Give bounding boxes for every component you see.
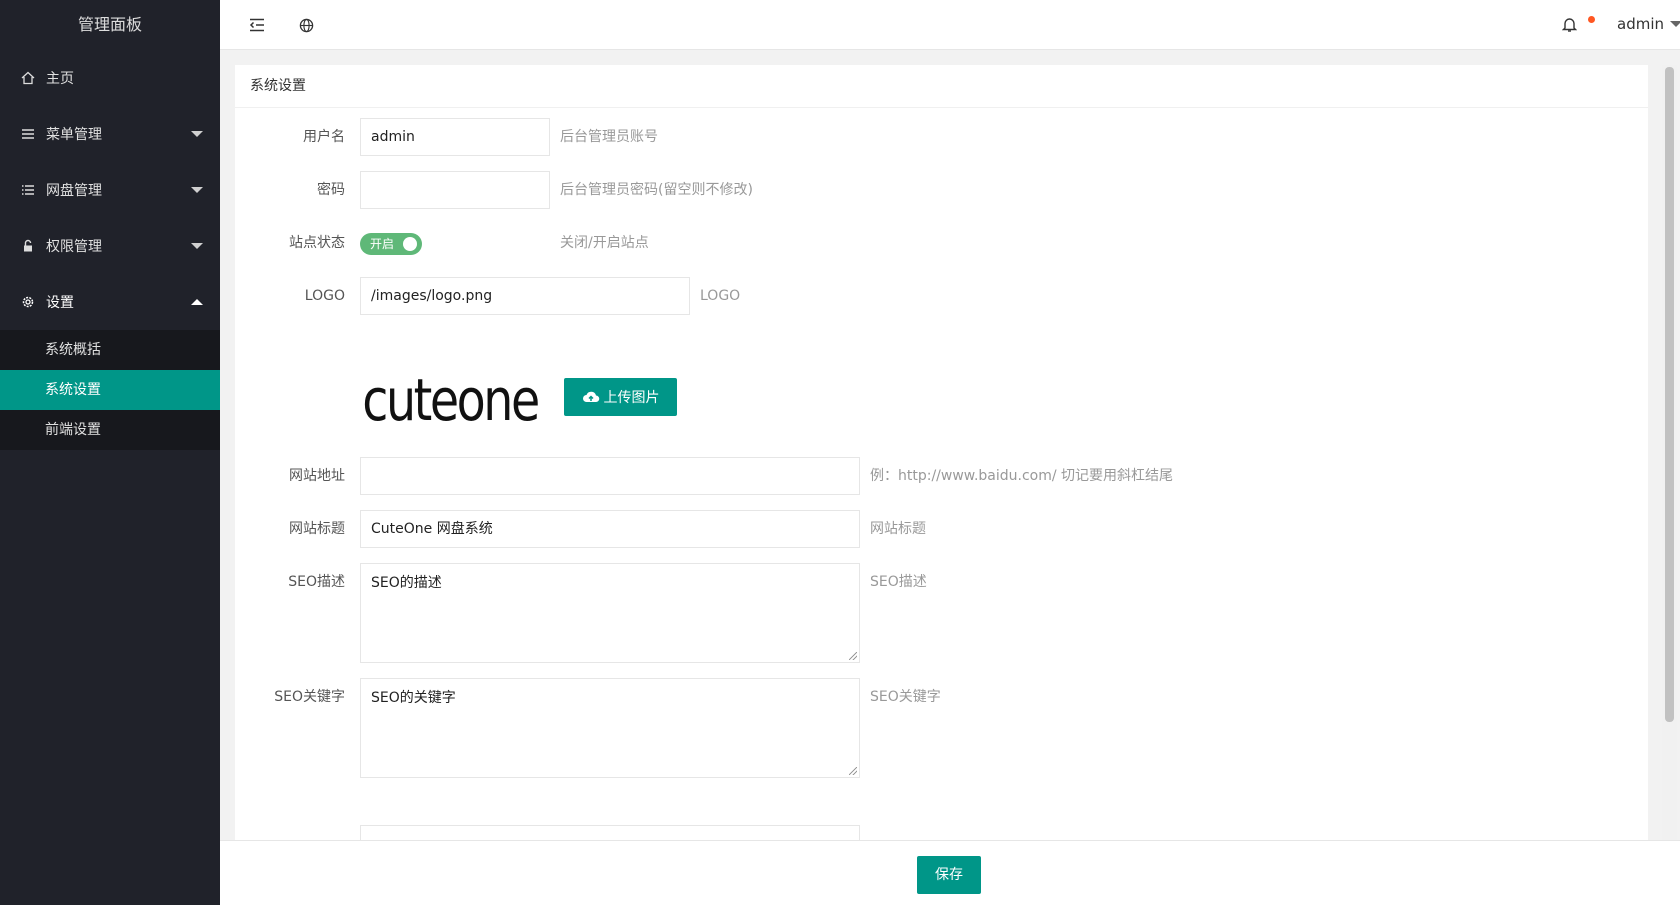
sidebar-subitem-system-overview[interactable]: 系统概括 — [0, 330, 220, 370]
scrollbar-thumb[interactable] — [1665, 67, 1674, 722]
password-label: 密码 — [317, 182, 345, 198]
password-input[interactable] — [360, 171, 550, 209]
user-menu[interactable]: admin — [1617, 15, 1680, 33]
notification-badge — [1588, 16, 1595, 23]
sidebar-item-disk-management[interactable]: 网盘管理 — [0, 162, 220, 218]
chevron-down-icon — [191, 131, 203, 137]
form-row-site-url: 网站地址 例：http://www.baidu.com/ 切记要用斜杠结尾 — [235, 457, 1173, 495]
form-row-site-title: 网站标题 CuteOne 网盘系统 网站标题 — [235, 510, 926, 548]
form-row-password: 密码 后台管理员密码(留空则不修改) — [235, 171, 753, 209]
form-row-username: 用户名 admin 后台管理员账号 — [235, 118, 658, 156]
home-icon — [20, 70, 36, 86]
partial-input[interactable] — [360, 825, 860, 840]
logo-label: LOGO — [304, 288, 345, 304]
card-title: 系统设置 — [235, 65, 1648, 108]
seo-keywords-textarea[interactable]: SEO的关键字 — [360, 678, 860, 778]
sidebar-subitem-system-settings[interactable]: 系统设置 — [0, 370, 220, 410]
username-label: 用户名 — [303, 129, 345, 145]
globe-icon[interactable] — [297, 16, 315, 34]
site-title-hint: 网站标题 — [870, 521, 926, 537]
form-footer: 保存 — [220, 840, 1680, 905]
sidebar-item-home[interactable]: 主页 — [0, 50, 220, 106]
sidebar-item-label: 菜单管理 — [46, 127, 102, 143]
settings-card: 系统设置 用户名 admin 后台管理员账号 密码 后台管理员密码(留空则不修改… — [235, 65, 1648, 840]
sidebar-item-label: 主页 — [46, 71, 74, 87]
chevron-down-icon — [191, 187, 203, 193]
save-button[interactable]: 保存 — [917, 856, 981, 894]
content-scrollbar[interactable] — [1662, 65, 1677, 840]
form-row-seo-keywords: SEO关键字 SEO的关键字 SEO关键字 — [235, 678, 941, 778]
form-row-logo: LOGO /images/logo.png LOGO — [235, 277, 740, 315]
seo-keywords-value: SEO的关键字 — [371, 690, 456, 706]
seo-keywords-hint: SEO关键字 — [870, 689, 941, 705]
toggle-knob — [403, 237, 417, 251]
sidebar-item-label: 设置 — [46, 295, 74, 311]
sidebar-subitem-frontend-settings[interactable]: 前端设置 — [0, 410, 220, 450]
cloud-upload-icon — [582, 391, 599, 402]
top-header: admin — [220, 0, 1680, 50]
site-url-input[interactable] — [360, 457, 860, 495]
logo-wordmark: cuteone — [362, 366, 540, 434]
seo-description-textarea[interactable]: SEO的描述 — [360, 563, 860, 663]
sidebar-item-menu-management[interactable]: 菜单管理 — [0, 106, 220, 162]
settings-submenu: 系统概括 系统设置 前端设置 — [0, 330, 220, 450]
form-row-site-status: 站点状态 开启 关闭/开启站点 — [235, 224, 649, 262]
seo-description-label: SEO描述 — [288, 574, 345, 590]
logo-input[interactable]: /images/logo.png — [360, 277, 690, 315]
list-icon — [20, 182, 36, 198]
site-status-label: 站点状态 — [289, 235, 345, 251]
brand-title: 管理面板 — [77, 15, 142, 34]
menu-icon — [20, 126, 36, 142]
chevron-down-icon — [1670, 21, 1680, 27]
username-hint: 后台管理员账号 — [560, 129, 658, 145]
form-row-seo-description: SEO描述 SEO的描述 SEO描述 — [235, 563, 927, 663]
site-url-hint: 例：http://www.baidu.com/ 切记要用斜杠结尾 — [870, 468, 1174, 484]
sidebar: 管理面板 主页 菜单管理 网盘管理 权限管理 设置 系统概括 系统设置 前端设置 — [0, 0, 220, 905]
seo-description-value: SEO的描述 — [371, 575, 442, 591]
site-title-label: 网站标题 — [289, 521, 345, 537]
gear-icon — [20, 294, 36, 310]
sidebar-item-label: 网盘管理 — [46, 183, 102, 199]
logo-hint: LOGO — [700, 288, 741, 304]
lock-icon — [20, 238, 36, 254]
collapse-sidebar-icon[interactable] — [248, 16, 266, 34]
sidebar-item-settings[interactable]: 设置 — [0, 274, 220, 330]
site-title-input[interactable]: CuteOne 网盘系统 — [360, 510, 860, 548]
upload-button-label: 上传图片 — [603, 390, 660, 406]
seo-keywords-label: SEO关键字 — [274, 689, 345, 705]
site-url-label: 网站地址 — [289, 468, 345, 484]
bell-icon[interactable] — [1560, 15, 1578, 33]
seo-description-hint: SEO描述 — [870, 574, 927, 590]
password-hint: 后台管理员密码(留空则不修改) — [560, 182, 753, 198]
site-status-hint: 关闭/开启站点 — [560, 235, 649, 251]
resize-grip-icon[interactable] — [849, 652, 857, 660]
sidebar-item-label: 权限管理 — [46, 239, 102, 255]
chevron-up-icon — [191, 299, 203, 305]
username-label: admin — [1617, 15, 1664, 33]
site-status-toggle[interactable]: 开启 — [360, 233, 422, 255]
logo-preview-image: cuteone — [362, 355, 540, 445]
resize-grip-icon[interactable] — [849, 767, 857, 775]
form-row-partial — [235, 825, 860, 840]
toggle-text: 开启 — [370, 237, 395, 251]
sidebar-item-permission-management[interactable]: 权限管理 — [0, 218, 220, 274]
username-input[interactable]: admin — [360, 118, 550, 156]
upload-image-button[interactable]: 上传图片 — [564, 378, 677, 416]
chevron-down-icon — [191, 243, 203, 249]
